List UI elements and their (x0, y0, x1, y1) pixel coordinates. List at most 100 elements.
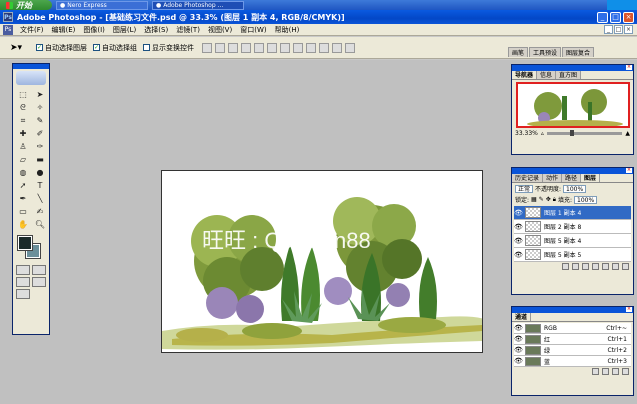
close-icon[interactable]: × (626, 307, 632, 312)
well-tab-tool-presets[interactable]: 工具预设 (529, 47, 562, 57)
tab-histogram[interactable]: 直方图 (556, 71, 582, 79)
lock-transparency-icon[interactable]: ▦ (531, 196, 537, 203)
distribute-bottom-icon[interactable] (306, 42, 316, 53)
save-selection-icon[interactable] (602, 368, 609, 375)
eye-icon[interactable]: 👁︎ (514, 346, 523, 354)
trash-icon[interactable] (622, 263, 629, 270)
new-channel-icon[interactable] (612, 368, 619, 375)
well-tab-brushes[interactable]: 画笔 (508, 47, 529, 57)
eye-icon[interactable]: 👁︎ (514, 251, 523, 259)
document-icon[interactable]: Ps (3, 24, 13, 35)
eye-icon[interactable]: 👁︎ (514, 209, 523, 217)
panel-titlebar[interactable]: × (512, 65, 633, 71)
tab-navigator[interactable]: 导航器 (512, 71, 538, 79)
checkbox-icon[interactable] (143, 44, 150, 51)
screen-mode-standard-button[interactable] (16, 277, 30, 287)
document-canvas[interactable]: 旺旺 . . . 旺旺 : Qcaobin88 (161, 170, 483, 353)
close-icon[interactable]: × (626, 65, 632, 70)
move-tool-preset-icon[interactable]: ➤▾ (10, 40, 30, 56)
slice-tool-icon[interactable]: ✎ (33, 115, 47, 126)
menu-view[interactable]: 视图(V) (204, 25, 236, 35)
marquee-tool-icon[interactable]: ⬚ (16, 89, 30, 100)
menu-image[interactable]: 图像(I) (79, 25, 109, 35)
eye-icon[interactable]: 👁︎ (514, 237, 523, 245)
trash-icon[interactable] (622, 368, 629, 375)
blend-mode-select[interactable]: 正常 (515, 184, 534, 193)
taskbar-item-photoshop[interactable]: ● Adobe Photoshop ... (152, 0, 244, 10)
panel-titlebar[interactable]: × (512, 307, 633, 313)
menu-edit[interactable]: 编辑(E) (48, 25, 80, 35)
blur-tool-icon[interactable]: ◍ (16, 167, 30, 178)
distribute-left-icon[interactable] (319, 42, 329, 53)
align-center-icon[interactable] (254, 42, 264, 53)
navigator-thumbnail[interactable] (516, 82, 630, 128)
type-tool-icon[interactable]: T (33, 180, 47, 191)
eye-icon[interactable]: 👁︎ (514, 324, 523, 332)
layer-style-icon[interactable] (572, 263, 579, 270)
start-button[interactable]: 开始 (0, 0, 52, 10)
channel-row-rgb[interactable]: 👁︎ RGB Ctrl+~ (514, 323, 631, 334)
align-middle-icon[interactable] (215, 42, 225, 53)
taskbar-item-nero[interactable]: ● Nero Express (56, 0, 148, 10)
zoom-slider[interactable] (546, 130, 623, 136)
channel-row-green[interactable]: 👁︎ 绿 Ctrl+2 (514, 345, 631, 356)
jump-to-imageready-button[interactable] (16, 289, 30, 299)
align-top-icon[interactable] (202, 42, 212, 53)
tab-actions[interactable]: 动作 (543, 174, 563, 182)
layer-mask-icon[interactable] (582, 263, 589, 270)
brush-tool-icon[interactable]: ✐ (33, 128, 47, 139)
zoom-out-icon[interactable]: ▵ (541, 130, 544, 137)
distribute-top-icon[interactable] (280, 42, 290, 53)
adjustment-layer-icon[interactable] (592, 263, 599, 270)
opacity-input[interactable]: 100% (563, 184, 587, 193)
menu-file[interactable]: 文件(F) (16, 25, 48, 35)
eye-icon[interactable]: 👁︎ (514, 357, 523, 365)
tab-layers[interactable]: 图层 (581, 174, 601, 182)
eye-icon[interactable]: 👁︎ (514, 335, 523, 343)
minimize-button[interactable]: _ (597, 11, 608, 23)
screen-mode-full-button[interactable] (32, 277, 46, 287)
move-tool-icon[interactable]: ➤ (33, 89, 47, 100)
fill-input[interactable]: 100% (574, 195, 598, 204)
dodge-tool-icon[interactable]: ● (33, 167, 47, 178)
crop-tool-icon[interactable]: ⌗ (16, 115, 30, 126)
zoom-in-icon[interactable]: ▲ (625, 130, 630, 137)
lock-position-icon[interactable]: ✥ (546, 196, 551, 203)
clone-stamp-tool-icon[interactable]: ♙ (16, 141, 30, 152)
adobe-online-icon[interactable] (16, 71, 46, 85)
doc-minimize-button[interactable]: _ (604, 25, 613, 34)
lock-image-icon[interactable]: ✎ (539, 196, 544, 203)
align-left-icon[interactable] (241, 42, 251, 53)
restore-button[interactable]: □ (610, 11, 621, 23)
layer-row[interactable]: 👁︎ 图层 5 副本 4 (514, 234, 631, 248)
auto-select-layer-option[interactable]: ✓ 自动选择图层 (36, 43, 87, 53)
zoom-level[interactable]: 33.33% (515, 130, 538, 137)
well-tab-layer-comps[interactable]: 图层复合 (562, 47, 595, 57)
doc-restore-button[interactable]: □ (614, 25, 623, 34)
show-transform-option[interactable]: 显示变换控件 (143, 43, 194, 53)
hand-tool-icon[interactable]: ✋ (16, 219, 30, 230)
distribute-middle-icon[interactable] (293, 42, 303, 53)
healing-brush-tool-icon[interactable]: ✚ (16, 128, 30, 139)
tab-info[interactable]: 信息 (537, 71, 557, 79)
foreground-color-swatch[interactable] (17, 235, 33, 251)
load-selection-icon[interactable] (592, 368, 599, 375)
link-layers-icon[interactable] (562, 263, 569, 270)
path-selection-tool-icon[interactable]: ➚ (16, 180, 30, 191)
eye-icon[interactable]: 👁︎ (514, 223, 523, 231)
toolbox-titlebar[interactable] (13, 64, 49, 69)
close-icon[interactable]: × (626, 168, 632, 173)
menu-help[interactable]: 帮助(H) (271, 25, 304, 35)
shape-tool-icon[interactable]: ╲ (33, 193, 47, 204)
channel-row-red[interactable]: 👁︎ 红 Ctrl+1 (514, 334, 631, 345)
new-layer-icon[interactable] (612, 263, 619, 270)
tab-history[interactable]: 历史记录 (512, 174, 544, 182)
notes-tool-icon[interactable]: ▭ (16, 206, 30, 217)
layer-row[interactable]: 👁︎ 图层 1 副本 4 (514, 206, 631, 220)
distribute-center-icon[interactable] (332, 42, 342, 53)
gradient-tool-icon[interactable]: ▬ (33, 154, 47, 165)
close-button[interactable]: × (623, 11, 634, 23)
checkbox-icon[interactable]: ✓ (36, 44, 43, 51)
layer-row[interactable]: 👁︎ 图层 5 副本 5 (514, 248, 631, 262)
lasso-tool-icon[interactable]: ᘓ (16, 102, 30, 113)
